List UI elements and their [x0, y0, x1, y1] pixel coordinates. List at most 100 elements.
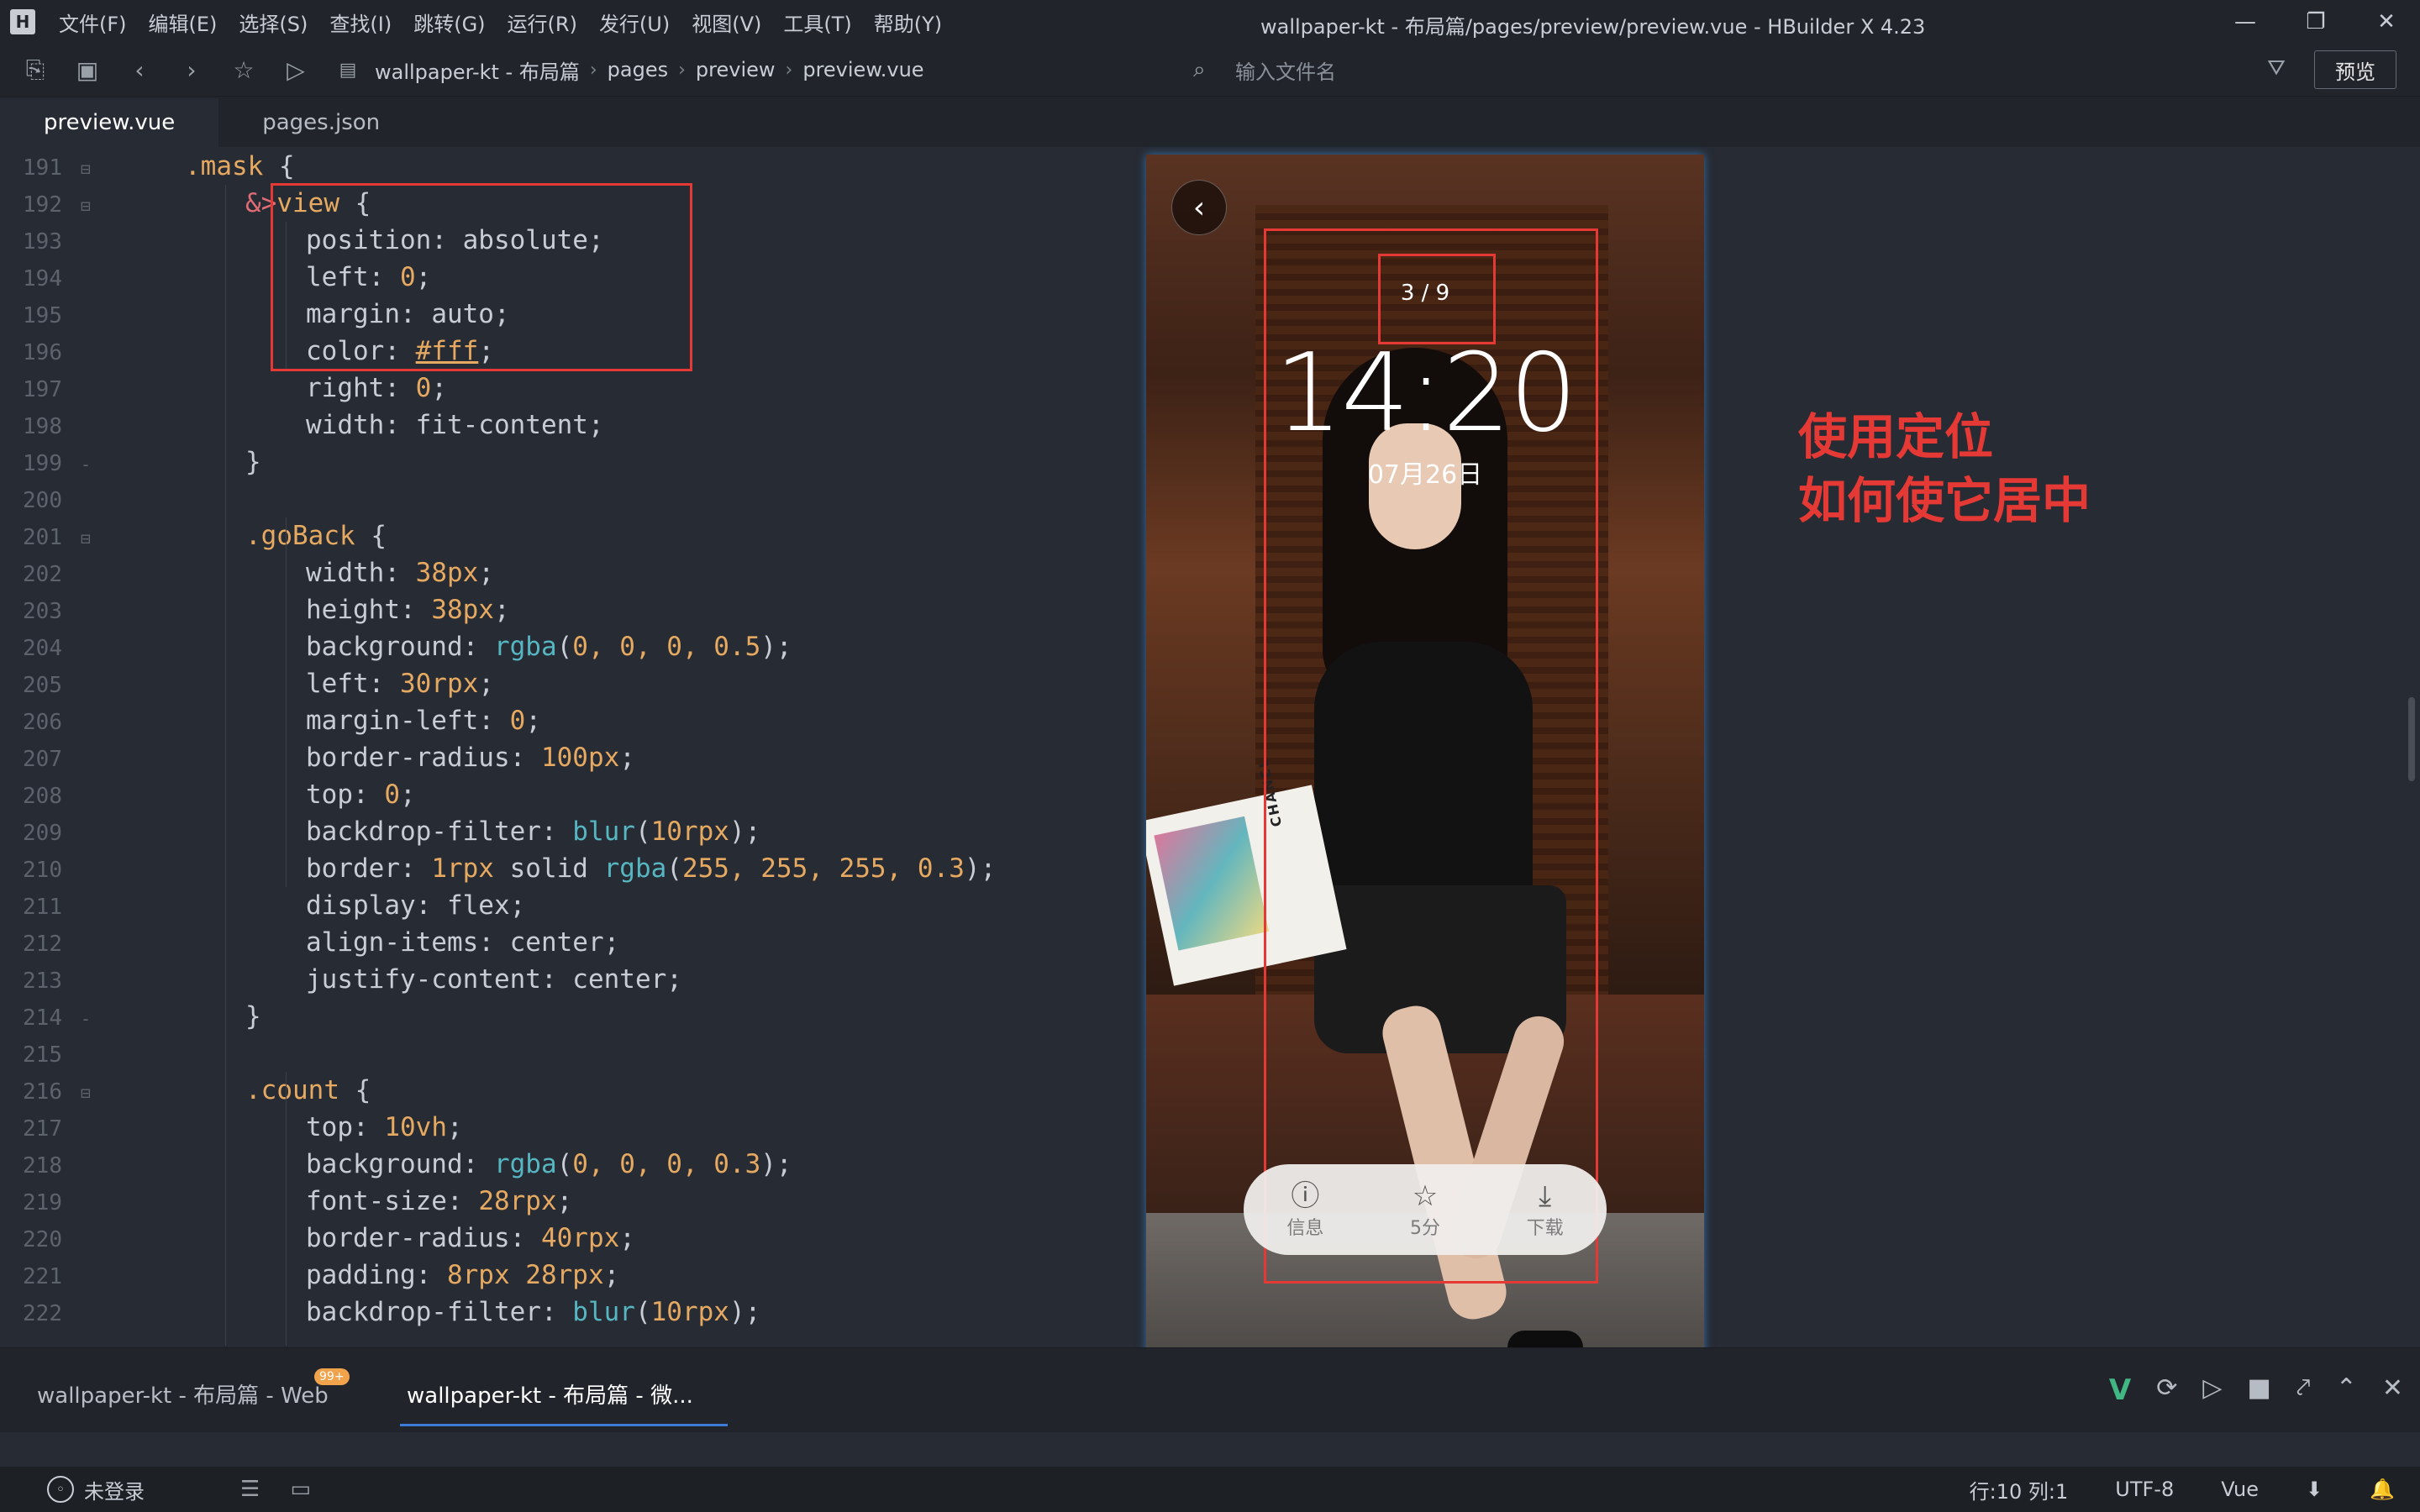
back-icon[interactable]: ‹ [123, 53, 156, 87]
vue-icon[interactable]: V [2109, 1373, 2131, 1407]
go-back-button[interactable]: ‹ [1171, 180, 1227, 235]
language-mode[interactable]: Vue [2221, 1478, 2259, 1501]
code-line[interactable]: 197 right: 0; [0, 370, 1126, 407]
code-line[interactable]: 220 border-radius: 40rpx; [0, 1220, 1126, 1257]
forward-icon[interactable]: › [175, 53, 208, 87]
menu-help[interactable]: 帮助(Y) [874, 8, 942, 37]
code-token: ( [666, 853, 682, 884]
minimize-button[interactable]: — [2230, 7, 2260, 37]
code-line[interactable]: 218 background: rgba(0, 0, 0, 0.3); [0, 1146, 1126, 1183]
menu-select[interactable]: 选择(S) [239, 8, 308, 37]
breadcrumb-file[interactable]: preview.vue [802, 58, 923, 81]
code-text: backdrop-filter: blur(10rpx); [306, 813, 760, 850]
code-line[interactable]: 203 height: 38px; [0, 591, 1126, 628]
file-search-placeholder[interactable]: 输入文件名 [1235, 55, 1336, 85]
fold-toggle-icon[interactable]: ⊟ [62, 150, 109, 187]
open-external-icon[interactable]: ⤤ [2296, 1373, 2311, 1407]
code-line[interactable]: 216 ⊟ .count { [0, 1072, 1126, 1109]
code-line[interactable]: 205 left: 30rpx; [0, 665, 1126, 702]
code-token: : [540, 1297, 573, 1327]
code-line[interactable]: 222 backdrop-filter: blur(10rpx); [0, 1294, 1126, 1331]
notification-bell-icon[interactable]: 🔔 [2370, 1478, 2395, 1501]
run-icon[interactable]: ▷ [279, 53, 313, 87]
line-number: 217 [23, 1116, 62, 1142]
code-token: : [384, 410, 416, 440]
stop-icon[interactable]: ■ [2247, 1373, 2270, 1407]
code-line[interactable]: 221 padding: 8rpx 28rpx; [0, 1257, 1126, 1294]
cursor-position[interactable]: 行:10 列:1 [1970, 1475, 2069, 1504]
code-line[interactable]: 199-} [0, 444, 1126, 480]
code-text: font-size: 28rpx; [306, 1183, 572, 1220]
menu-tools[interactable]: 工具(T) [783, 8, 851, 37]
line-number: 214 [23, 1005, 62, 1031]
new-file-icon[interactable]: ⎘ [18, 53, 52, 87]
menu-goto[interactable]: 跳转(G) [413, 8, 485, 37]
code-line[interactable]: 214-} [0, 998, 1126, 1035]
download-icon: ⤓ [1539, 1179, 1552, 1213]
preview-button[interactable]: 预览 [2314, 50, 2396, 89]
code-line[interactable]: 213 justify-content: center; [0, 961, 1126, 998]
menu-view[interactable]: 视图(V) [692, 8, 761, 37]
code-line[interactable]: 211 display: flex; [0, 887, 1126, 924]
code-line[interactable]: 210 border: 1rpx solid rgba(255, 255, 255… [0, 850, 1126, 887]
code-line[interactable]: 209 backdrop-filter: blur(10rpx); [0, 813, 1126, 850]
collapse-icon[interactable]: ⌃ [2336, 1373, 2357, 1407]
run-icon[interactable]: ▷ [2202, 1373, 2222, 1407]
code-line[interactable]: 206 margin-left: 0; [0, 702, 1126, 739]
download-status-icon[interactable]: ⬇ [2306, 1478, 2323, 1501]
code-token: border [306, 853, 400, 884]
breadcrumb-pages[interactable]: pages [608, 58, 668, 81]
code-line[interactable]: 200 [0, 480, 1126, 517]
bottom-panel: wallpaper-kt - 布局篇 - Web 99+ wallpaper-k… [0, 1347, 2420, 1432]
favorite-icon[interactable]: ☆ [227, 53, 260, 87]
fold-toggle-icon[interactable]: ⊟ [62, 520, 109, 557]
maximize-button[interactable]: ❐ [2301, 7, 2331, 37]
code-line[interactable]: 204 background: rgba(0, 0, 0, 0.5); [0, 628, 1126, 665]
fold-toggle-icon[interactable]: ⊟ [62, 187, 109, 224]
menu-find[interactable]: 查找(I) [329, 8, 392, 37]
code-line[interactable]: 219 font-size: 28rpx; [0, 1183, 1126, 1220]
footer-info-button[interactable]: ⓘ 信息 [1286, 1179, 1323, 1240]
outline-icon[interactable]: ☰ [240, 1477, 260, 1502]
line-number: 213 [23, 969, 62, 994]
code-token: border-radius [306, 1223, 510, 1253]
close-button[interactable]: ✕ [2371, 7, 2402, 37]
code-line[interactable]: 212 align-items: center; [0, 924, 1126, 961]
console-tab-miniprogram[interactable]: wallpaper-kt - 布局篇 - 微... [407, 1378, 693, 1410]
code-line[interactable]: 217 top: 10vh; [0, 1109, 1126, 1146]
code-token: 0 [509, 706, 526, 736]
code-token: : [446, 1186, 479, 1216]
breadcrumb-project[interactable]: wallpaper-kt - 布局篇 [375, 55, 580, 85]
code-token: : [415, 1260, 447, 1290]
file-encoding[interactable]: UTF-8 [2115, 1478, 2174, 1501]
login-status[interactable]: ◦ 未登录 [47, 1475, 145, 1504]
code-line[interactable]: 215 [0, 1035, 1126, 1072]
code-token: 0 [415, 373, 432, 403]
terminal-icon[interactable]: ▭ [290, 1477, 311, 1502]
menu-file[interactable]: 文件(F) [59, 8, 127, 37]
code-line[interactable]: 201 ⊟ .goBack { [0, 517, 1126, 554]
code-token: : [384, 558, 416, 588]
code-line[interactable]: 208 top: 0; [0, 776, 1126, 813]
code-line[interactable]: 191 ⊟ .mask { [0, 148, 1126, 185]
breadcrumb-preview[interactable]: preview [696, 58, 776, 81]
console-tab-web[interactable]: wallpaper-kt - 布局篇 - Web [37, 1378, 329, 1410]
tab-pages-json[interactable]: pages.json [218, 98, 424, 147]
restart-icon[interactable]: ⟳ [2156, 1373, 2177, 1407]
menu-publish[interactable]: 发行(U) [599, 8, 670, 37]
file-search[interactable]: ⌕ 输入文件名 [1193, 52, 2202, 87]
tab-preview-vue[interactable]: preview.vue [0, 98, 219, 147]
close-panel-icon[interactable]: ✕ [2382, 1373, 2403, 1407]
code-token: ( [634, 816, 651, 847]
code-line[interactable]: 202 width: 38px; [0, 554, 1126, 591]
footer-score-button[interactable]: ☆ 5分 [1410, 1179, 1440, 1240]
save-icon[interactable]: ▣ [71, 53, 104, 87]
filter-icon[interactable]: ⛛ [2267, 55, 2286, 81]
menu-edit[interactable]: 编辑(E) [149, 8, 218, 37]
footer-download-button[interactable]: ⤓ 下载 [1527, 1179, 1564, 1240]
code-line[interactable]: 198 width: fit-content; [0, 407, 1126, 444]
fold-toggle-icon[interactable]: ⊟ [62, 1074, 109, 1111]
code-line[interactable]: 207 border-radius: 100px; [0, 739, 1126, 776]
editor-scrollbar[interactable] [2408, 697, 2415, 781]
menu-run[interactable]: 运行(R) [508, 8, 577, 37]
